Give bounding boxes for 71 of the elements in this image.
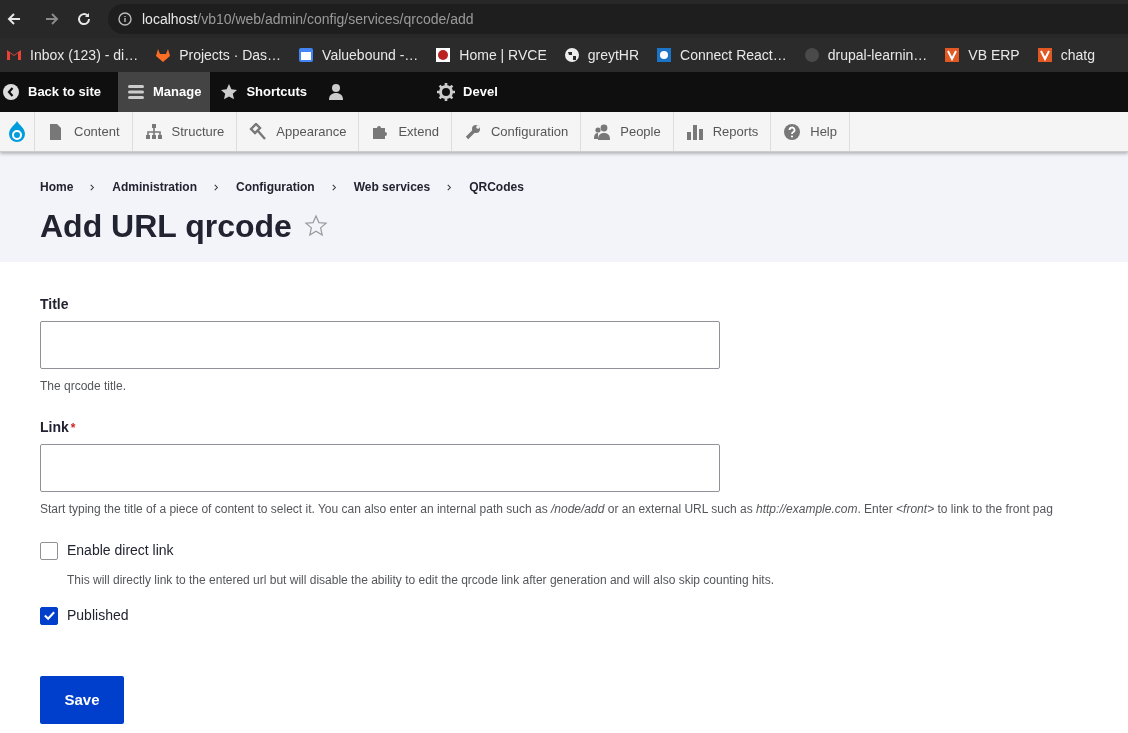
- field-label: Link: [40, 418, 69, 437]
- chevron-icon: [89, 183, 97, 191]
- bookmark[interactable]: Inbox (123) - di…: [6, 44, 139, 66]
- tray-link[interactable]: Appearance: [236, 112, 359, 151]
- bookmark[interactable]: Home | RVCE: [435, 44, 547, 66]
- chevron-icon: [446, 183, 454, 191]
- breadcrumb-link[interactable]: Configuration: [236, 178, 315, 196]
- tray-link[interactable]: Extend: [358, 112, 451, 151]
- checkbox-label: Published: [67, 606, 129, 625]
- address-bar[interactable]: localhost/vb10/web/admin/config/services/qrcode/add: [108, 4, 1128, 34]
- url-text: localhost/vb10/web/admin/config/services/qrcode/add: [142, 9, 474, 29]
- wrench-icon: [463, 122, 482, 141]
- forward-icon[interactable]: [44, 11, 60, 27]
- bookmark[interactable]: Projects · Das…: [155, 44, 282, 66]
- bookmark[interactable]: chatg: [1036, 44, 1095, 66]
- tray-link[interactable]: Structure: [131, 112, 237, 151]
- circle-icon: [803, 47, 820, 63]
- bookmark[interactable]: Valuebound -…: [298, 44, 419, 66]
- chevron-icon: [330, 183, 338, 191]
- star-icon[interactable]: [303, 214, 328, 238]
- crest-icon: [435, 47, 452, 63]
- reload-icon[interactable]: [76, 11, 92, 27]
- checkbox[interactable]: [40, 606, 58, 625]
- star-icon: [220, 83, 239, 101]
- breadcrumb-link[interactable]: Home: [40, 178, 74, 196]
- gear-icon: [437, 83, 456, 101]
- text-input[interactable]: [40, 321, 720, 369]
- checkbox[interactable]: [40, 541, 58, 560]
- star-badge-icon: [656, 47, 673, 63]
- hierarchy-icon: [144, 122, 163, 141]
- mail-icon: [6, 47, 22, 63]
- field-label: Title: [40, 295, 69, 314]
- tray-link[interactable]: Content: [34, 112, 132, 151]
- breadcrumb-link[interactable]: Web services: [353, 178, 431, 196]
- page-title: Add URL qrcode: [40, 207, 292, 246]
- checkmark-icon: [42, 609, 56, 622]
- save-button[interactable]: Save: [40, 676, 124, 724]
- globe-icon: [563, 47, 580, 63]
- bookmark[interactable]: greytHR: [563, 44, 640, 66]
- breadcrumb-link[interactable]: Administration: [112, 178, 197, 196]
- back-icon[interactable]: [6, 11, 22, 27]
- menu-icon: [127, 83, 145, 101]
- tray-link[interactable]: Configuration: [450, 112, 581, 151]
- text-input[interactable]: [40, 444, 720, 492]
- info-icon[interactable]: [118, 12, 132, 26]
- tray-link[interactable]: Help: [770, 112, 849, 151]
- toolbar-tab[interactable]: Shortcuts: [210, 72, 318, 112]
- field-description: Start typing the title of a piece of content to select it. You can also enter an internal path such as /node/add or an external URL such as http://example.com. Enter <front> to link to the front pag: [40, 501, 1054, 518]
- toolbar-tab[interactable]: Manage: [118, 72, 211, 112]
- v-logo-icon: [1036, 47, 1053, 63]
- toolbar-tab[interactable]: Devel: [427, 72, 508, 112]
- people-icon: [593, 122, 612, 141]
- calendar-icon: [298, 47, 315, 63]
- breadcrumb-link[interactable]: QRCodes: [469, 178, 524, 196]
- chevron-icon: [213, 183, 220, 191]
- field-description: The qrcode title.: [40, 378, 128, 395]
- checkbox-label: Enable direct link: [67, 541, 174, 560]
- bar-chart-icon: [685, 122, 704, 141]
- v-logo-icon: [944, 47, 961, 63]
- toolbar-tab[interactable]: Back to site: [0, 72, 118, 112]
- required-mark: *: [70, 419, 76, 437]
- checkbox-description: This will directly link to the entered url but will disable the ability to edit the qrcode link after generation and will also skip counting hits.: [67, 572, 776, 589]
- tray-link[interactable]: People: [580, 112, 673, 151]
- bookmark[interactable]: Connect React…: [656, 44, 787, 66]
- bookmark[interactable]: VB ERP: [944, 44, 1020, 66]
- tray-link[interactable]: Reports: [672, 112, 771, 151]
- bookmark[interactable]: drupal-learnin…: [803, 44, 928, 66]
- fox-icon: [155, 47, 172, 63]
- user-icon: [327, 83, 346, 101]
- help-icon: [783, 122, 802, 141]
- brush-icon: [249, 122, 268, 141]
